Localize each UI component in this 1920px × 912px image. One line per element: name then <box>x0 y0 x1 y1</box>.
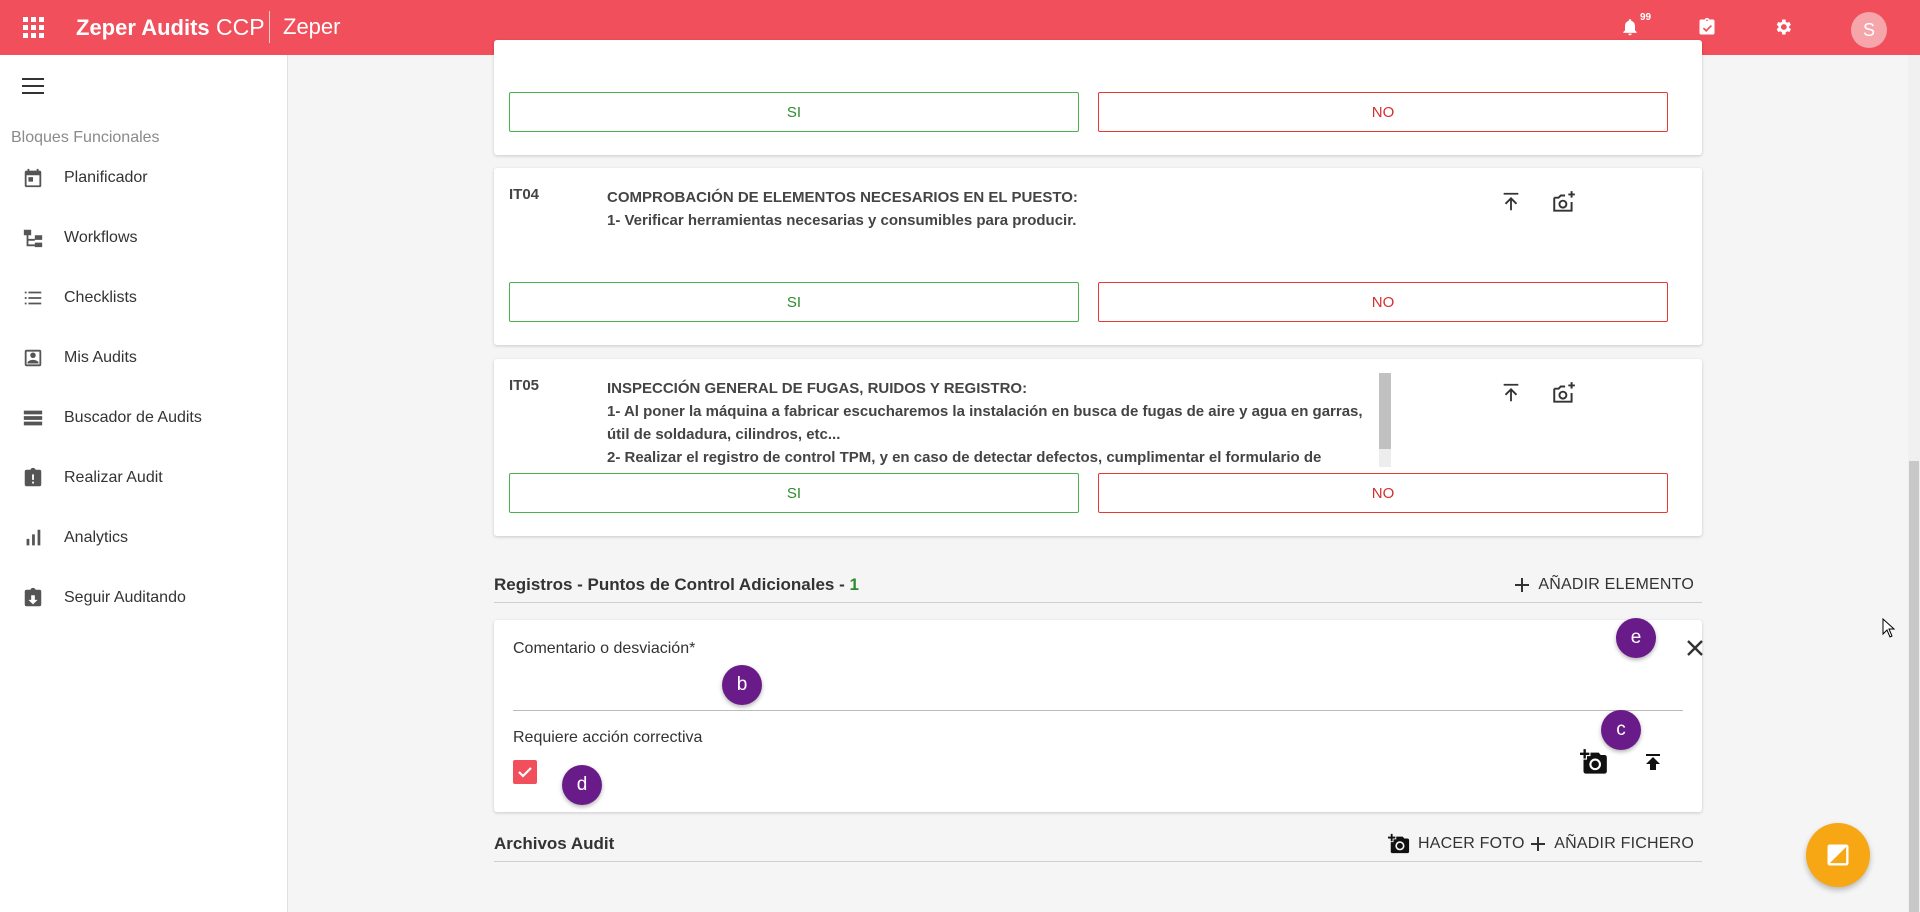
no-button[interactable]: NO <box>1098 282 1668 322</box>
sidebar-item-label: Analytics <box>64 529 129 546</box>
sidebar-item-label: Mis Audits <box>64 349 137 366</box>
mouse-cursor-icon <box>1882 617 1896 643</box>
item-code: IT04 <box>509 186 540 203</box>
no-button[interactable]: NO <box>1098 473 1668 513</box>
item-description: COMPROBACIÓN DE ELEMENTOS NECESARIOS EN … <box>607 186 1377 232</box>
comment-input[interactable] <box>513 672 1683 708</box>
sidebar-section-label: Bloques Funcionales <box>11 129 160 146</box>
annotation-marker-c: c <box>1601 710 1641 750</box>
item-description: INSPECCIÓN GENERAL DE FUGAS, RUIDOS Y RE… <box>607 377 1377 467</box>
archivos-title: Archivos Audit <box>494 834 615 853</box>
organization-name: Zeper <box>283 14 341 39</box>
sidebar-item-label: Checklists <box>64 289 137 306</box>
menu-icon[interactable] <box>22 78 44 94</box>
add-photo-icon <box>1388 833 1410 854</box>
item-text-line: 2- Realizar el registro de control TPM, … <box>607 449 1322 466</box>
page-scrollbar-thumb[interactable] <box>1909 461 1919 912</box>
item-text-line: 1- Verificar herramientas necesarias y c… <box>607 212 1077 229</box>
plus-icon <box>1531 837 1546 851</box>
add-photo-icon[interactable] <box>1550 188 1578 216</box>
item-code: IT05 <box>509 377 540 394</box>
sidebar-item-planificador[interactable]: Planificador <box>0 154 287 202</box>
sidebar: Bloques Funcionales Planificador Workflo… <box>0 55 288 912</box>
page-scrollbar[interactable] <box>1908 55 1920 912</box>
sidebar-item-buscador[interactable]: Buscador de Audits <box>0 394 287 442</box>
sidebar-item-label: Seguir Auditando <box>64 589 186 606</box>
add-file-button[interactable]: AÑADIR FICHERO <box>1530 832 1694 856</box>
add-element-button[interactable]: AÑADIR ELEMENTO <box>1514 573 1694 597</box>
add-photo-icon[interactable] <box>1580 748 1608 776</box>
corrective-action-label: Requiere acción correctiva <box>513 729 703 746</box>
sidebar-item-seguir-auditando[interactable]: Seguir Auditando <box>0 574 287 622</box>
yes-button[interactable]: SI <box>509 92 1079 132</box>
add-photo-icon[interactable] <box>1550 379 1578 407</box>
upload-icon[interactable] <box>1497 188 1525 216</box>
annotation-marker-d: d <box>562 765 602 805</box>
item-text-line: útil de soldadura, cilindros, etc... <box>607 426 841 443</box>
close-icon[interactable] <box>1681 634 1709 662</box>
annotation-marker-e: e <box>1616 618 1656 658</box>
title-divider <box>269 11 270 43</box>
checklist-item-card: IT04 COMPROBACIÓN DE ELEMENTOS NECESARIO… <box>494 168 1702 345</box>
check-icon <box>518 767 532 778</box>
comment-underline <box>513 710 1683 711</box>
registros-title: Registros - Puntos de Control Adicionale… <box>494 575 859 594</box>
help-chat-button[interactable] <box>1806 823 1870 887</box>
item-text-line: 1- Al poner la máquina a fabricar escuch… <box>607 403 1363 420</box>
take-photo-label: HACER FOTO <box>1418 835 1525 852</box>
add-file-label: AÑADIR FICHERO <box>1554 835 1694 852</box>
plus-icon <box>1515 578 1530 592</box>
comment-label: Comentario o desviación* <box>513 640 696 657</box>
scrollbar-thumb[interactable] <box>1379 373 1391 449</box>
sidebar-item-realizar-audit[interactable]: Realizar Audit <box>0 454 287 502</box>
sidebar-item-label: Realizar Audit <box>64 469 163 486</box>
notification-badge: 99 <box>1638 12 1654 23</box>
yes-button[interactable]: SI <box>509 282 1079 322</box>
person-box-icon <box>21 346 45 370</box>
item-text-line: COMPROBACIÓN DE ELEMENTOS NECESARIOS EN … <box>607 189 1078 206</box>
gear-icon[interactable] <box>1770 14 1796 40</box>
upload-icon[interactable] <box>1497 379 1525 407</box>
bar-chart-icon <box>21 526 45 550</box>
yes-button[interactable]: SI <box>509 473 1079 513</box>
add-element-label: AÑADIR ELEMENTO <box>1538 576 1694 593</box>
registros-section-header: Registros - Puntos de Control Adicionale… <box>494 573 1702 603</box>
sidebar-item-label: Workflows <box>64 229 138 246</box>
registros-count: 1 <box>849 575 859 594</box>
take-photo-button[interactable]: HACER FOTO <box>1388 832 1525 856</box>
archivos-section-header: Archivos Audit HACER FOTO AÑADIR FICHERO <box>494 832 1702 862</box>
sidebar-item-label: Buscador de Audits <box>64 409 202 426</box>
item-text-line: INSPECCIÓN GENERAL DE FUGAS, RUIDOS Y RE… <box>607 380 1028 397</box>
registro-card: Comentario o desviación* Requiere acción… <box>494 620 1703 812</box>
app-title[interactable]: Zeper Audits CCP <box>76 14 265 41</box>
annotation-marker-b: b <box>722 665 762 705</box>
sidebar-item-mis-audits[interactable]: Mis Audits <box>0 334 287 382</box>
apps-icon[interactable] <box>21 15 45 39</box>
checklist-item-card: IT05 INSPECCIÓN GENERAL DE FUGAS, RUIDOS… <box>494 359 1702 536</box>
calendar-icon <box>21 166 45 190</box>
upload-icon[interactable] <box>1639 748 1667 776</box>
workflow-icon <box>21 226 45 250</box>
edit-icon <box>1827 844 1849 866</box>
avatar[interactable]: S <box>1851 12 1887 48</box>
description-scrollbar[interactable] <box>1379 373 1391 467</box>
no-button[interactable]: NO <box>1098 92 1668 132</box>
sidebar-item-checklists[interactable]: Checklists <box>0 274 287 322</box>
clipboard-arrow-icon <box>21 586 45 610</box>
list-icon <box>21 286 45 310</box>
stack-icon <box>21 406 45 430</box>
checklist-item-card: SI NO <box>494 40 1702 155</box>
sidebar-item-label: Planificador <box>64 169 148 186</box>
corrective-action-checkbox[interactable] <box>513 760 537 784</box>
clipboard-alert-icon <box>21 466 45 490</box>
sidebar-item-analytics[interactable]: Analytics <box>0 514 287 562</box>
clipboard-icon[interactable] <box>1694 14 1720 40</box>
sidebar-item-workflows[interactable]: Workflows <box>0 214 287 262</box>
